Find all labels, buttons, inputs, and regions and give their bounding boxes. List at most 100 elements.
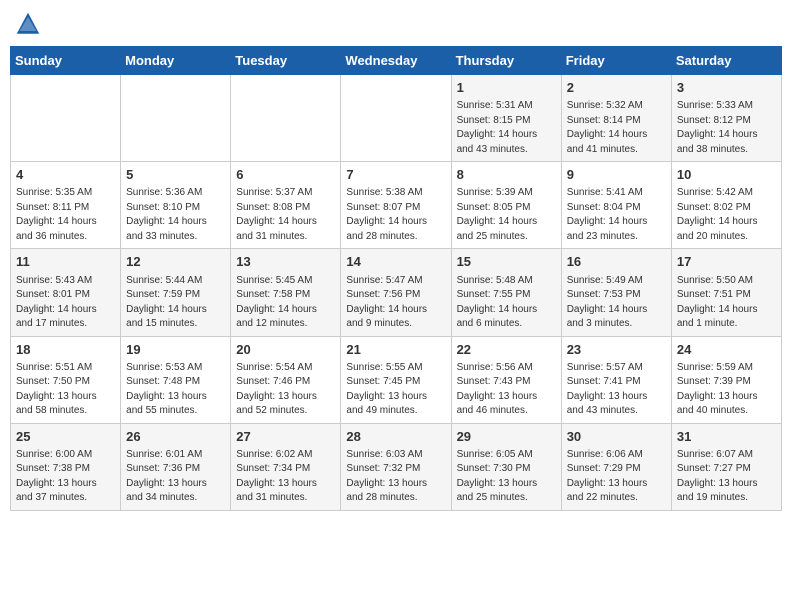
calendar-cell [11, 75, 121, 162]
calendar-cell: 29 Sunrise: 6:05 AM Sunset: 7:30 PM Dayli… [451, 423, 561, 510]
day-number: 28 [346, 428, 445, 446]
calendar-cell: 3Sunrise: 5:33 AM Sunset: 8:12 PM Daylig… [671, 75, 781, 162]
day-number: 2 [567, 79, 666, 97]
day-number: 6 [236, 166, 335, 184]
calendar-cell [341, 75, 451, 162]
day-info: Sunrise: 5:49 AM Sunset: 7:53 PM Dayligh… [567, 274, 666, 332]
weekday-header-row: SundayMondayTuesdayWednesdayThursdayFrid… [11, 47, 782, 75]
calendar-cell: 30 Sunrise: 6:06 AM Sunset: 7:29 PM Dayli… [561, 423, 671, 510]
day-info: Sunrise: 6:07 AM Sunset: 7:27 PM Dayligh… [677, 448, 776, 506]
day-info: Sunrise: 5:54 AM Sunset: 7:46 PM Dayligh… [236, 361, 335, 419]
day-number: 22 [457, 341, 556, 359]
logo [14, 10, 46, 38]
day-info: Sunrise: 5:48 AM Sunset: 7:55 PM Dayligh… [457, 274, 556, 332]
day-info: Sunrise: 5:56 AM Sunset: 7:43 PM Dayligh… [457, 361, 556, 419]
day-info: Sunrise: 5:38 AM Sunset: 8:07 PM Dayligh… [346, 186, 445, 244]
day-info: Sunrise: 5:41 AM Sunset: 8:04 PM Dayligh… [567, 186, 666, 244]
day-number: 1 [457, 79, 556, 97]
calendar-cell: 5 Sunrise: 5:36 AM Sunset: 8:10 PM Daylig… [121, 162, 231, 249]
calendar-cell: 4Sunrise: 5:35 AM Sunset: 8:11 PM Daylig… [11, 162, 121, 249]
calendar-cell: 8 Sunrise: 5:39 AM Sunset: 8:05 PM Daylig… [451, 162, 561, 249]
calendar-cell: 31 Sunrise: 6:07 AM Sunset: 7:27 PM Dayli… [671, 423, 781, 510]
calendar-cell: 12 Sunrise: 5:44 AM Sunset: 7:59 PM Dayli… [121, 249, 231, 336]
day-number: 11 [16, 253, 115, 271]
calendar-cell [231, 75, 341, 162]
day-info: Sunrise: 5:51 AM Sunset: 7:50 PM Dayligh… [16, 361, 115, 419]
page-header [10, 10, 782, 38]
day-number: 12 [126, 253, 225, 271]
calendar-cell: 11Sunrise: 5:43 AM Sunset: 8:01 PM Dayli… [11, 249, 121, 336]
calendar-cell: 24 Sunrise: 5:59 AM Sunset: 7:39 PM Dayli… [671, 336, 781, 423]
calendar-cell: 16 Sunrise: 5:49 AM Sunset: 7:53 PM Dayli… [561, 249, 671, 336]
weekday-header-friday: Friday [561, 47, 671, 75]
day-info: Sunrise: 5:50 AM Sunset: 7:51 PM Dayligh… [677, 274, 776, 332]
day-info: Sunrise: 6:02 AM Sunset: 7:34 PM Dayligh… [236, 448, 335, 506]
calendar-cell: 6 Sunrise: 5:37 AM Sunset: 8:08 PM Daylig… [231, 162, 341, 249]
day-info: Sunrise: 5:55 AM Sunset: 7:45 PM Dayligh… [346, 361, 445, 419]
day-number: 4 [16, 166, 115, 184]
day-info: Sunrise: 5:32 AM Sunset: 8:14 PM Dayligh… [567, 99, 666, 157]
day-info: Sunrise: 5:47 AM Sunset: 7:56 PM Dayligh… [346, 274, 445, 332]
weekday-header-monday: Monday [121, 47, 231, 75]
day-number: 18 [16, 341, 115, 359]
calendar-cell: 28 Sunrise: 6:03 AM Sunset: 7:32 PM Dayli… [341, 423, 451, 510]
calendar-cell: 13Sunrise: 5:45 AM Sunset: 7:58 PM Dayli… [231, 249, 341, 336]
day-info: Sunrise: 6:01 AM Sunset: 7:36 PM Dayligh… [126, 448, 225, 506]
generalblue-logo-icon [14, 10, 42, 38]
day-number: 27 [236, 428, 335, 446]
day-number: 30 [567, 428, 666, 446]
day-info: Sunrise: 6:00 AM Sunset: 7:38 PM Dayligh… [16, 448, 115, 506]
weekday-header-sunday: Sunday [11, 47, 121, 75]
day-number: 25 [16, 428, 115, 446]
weekday-header-wednesday: Wednesday [341, 47, 451, 75]
day-info: Sunrise: 5:53 AM Sunset: 7:48 PM Dayligh… [126, 361, 225, 419]
calendar-cell: 15 Sunrise: 5:48 AM Sunset: 7:55 PM Dayli… [451, 249, 561, 336]
weekday-header-saturday: Saturday [671, 47, 781, 75]
day-info: Sunrise: 5:44 AM Sunset: 7:59 PM Dayligh… [126, 274, 225, 332]
day-number: 13 [236, 253, 335, 271]
calendar-cell: 14 Sunrise: 5:47 AM Sunset: 7:56 PM Dayli… [341, 249, 451, 336]
calendar-cell: 27 Sunrise: 6:02 AM Sunset: 7:34 PM Dayli… [231, 423, 341, 510]
day-number: 9 [567, 166, 666, 184]
day-number: 7 [346, 166, 445, 184]
day-info: Sunrise: 5:57 AM Sunset: 7:41 PM Dayligh… [567, 361, 666, 419]
calendar-week-row: 11Sunrise: 5:43 AM Sunset: 8:01 PM Dayli… [11, 249, 782, 336]
day-number: 21 [346, 341, 445, 359]
day-number: 19 [126, 341, 225, 359]
calendar-cell [121, 75, 231, 162]
day-number: 26 [126, 428, 225, 446]
day-info: Sunrise: 5:36 AM Sunset: 8:10 PM Dayligh… [126, 186, 225, 244]
day-number: 31 [677, 428, 776, 446]
calendar-cell: 22 Sunrise: 5:56 AM Sunset: 7:43 PM Dayli… [451, 336, 561, 423]
calendar-cell: 21 Sunrise: 5:55 AM Sunset: 7:45 PM Dayli… [341, 336, 451, 423]
day-info: Sunrise: 6:03 AM Sunset: 7:32 PM Dayligh… [346, 448, 445, 506]
day-number: 29 [457, 428, 556, 446]
calendar-cell: 19 Sunrise: 5:53 AM Sunset: 7:48 PM Dayli… [121, 336, 231, 423]
day-info: Sunrise: 5:31 AM Sunset: 8:15 PM Dayligh… [457, 99, 556, 157]
calendar-cell: 25 Sunrise: 6:00 AM Sunset: 7:38 PM Dayli… [11, 423, 121, 510]
day-number: 20 [236, 341, 335, 359]
day-number: 14 [346, 253, 445, 271]
day-info: Sunrise: 5:37 AM Sunset: 8:08 PM Dayligh… [236, 186, 335, 244]
calendar-week-row: 25 Sunrise: 6:00 AM Sunset: 7:38 PM Dayli… [11, 423, 782, 510]
calendar-cell: 10Sunrise: 5:42 AM Sunset: 8:02 PM Dayli… [671, 162, 781, 249]
day-info: Sunrise: 6:06 AM Sunset: 7:29 PM Dayligh… [567, 448, 666, 506]
day-number: 24 [677, 341, 776, 359]
calendar-cell: 2 Sunrise: 5:32 AM Sunset: 8:14 PM Daylig… [561, 75, 671, 162]
day-number: 23 [567, 341, 666, 359]
calendar-week-row: 4Sunrise: 5:35 AM Sunset: 8:11 PM Daylig… [11, 162, 782, 249]
day-info: Sunrise: 5:39 AM Sunset: 8:05 PM Dayligh… [457, 186, 556, 244]
day-info: Sunrise: 5:59 AM Sunset: 7:39 PM Dayligh… [677, 361, 776, 419]
calendar-cell: 1 Sunrise: 5:31 AM Sunset: 8:15 PM Daylig… [451, 75, 561, 162]
day-number: 15 [457, 253, 556, 271]
day-number: 5 [126, 166, 225, 184]
calendar-cell: 23 Sunrise: 5:57 AM Sunset: 7:41 PM Dayli… [561, 336, 671, 423]
day-number: 16 [567, 253, 666, 271]
day-number: 8 [457, 166, 556, 184]
weekday-header-thursday: Thursday [451, 47, 561, 75]
day-number: 3 [677, 79, 776, 97]
calendar-cell: 9 Sunrise: 5:41 AM Sunset: 8:04 PM Daylig… [561, 162, 671, 249]
day-info: Sunrise: 6:05 AM Sunset: 7:30 PM Dayligh… [457, 448, 556, 506]
calendar-cell: 26 Sunrise: 6:01 AM Sunset: 7:36 PM Dayli… [121, 423, 231, 510]
calendar-cell: 20 Sunrise: 5:54 AM Sunset: 7:46 PM Dayli… [231, 336, 341, 423]
